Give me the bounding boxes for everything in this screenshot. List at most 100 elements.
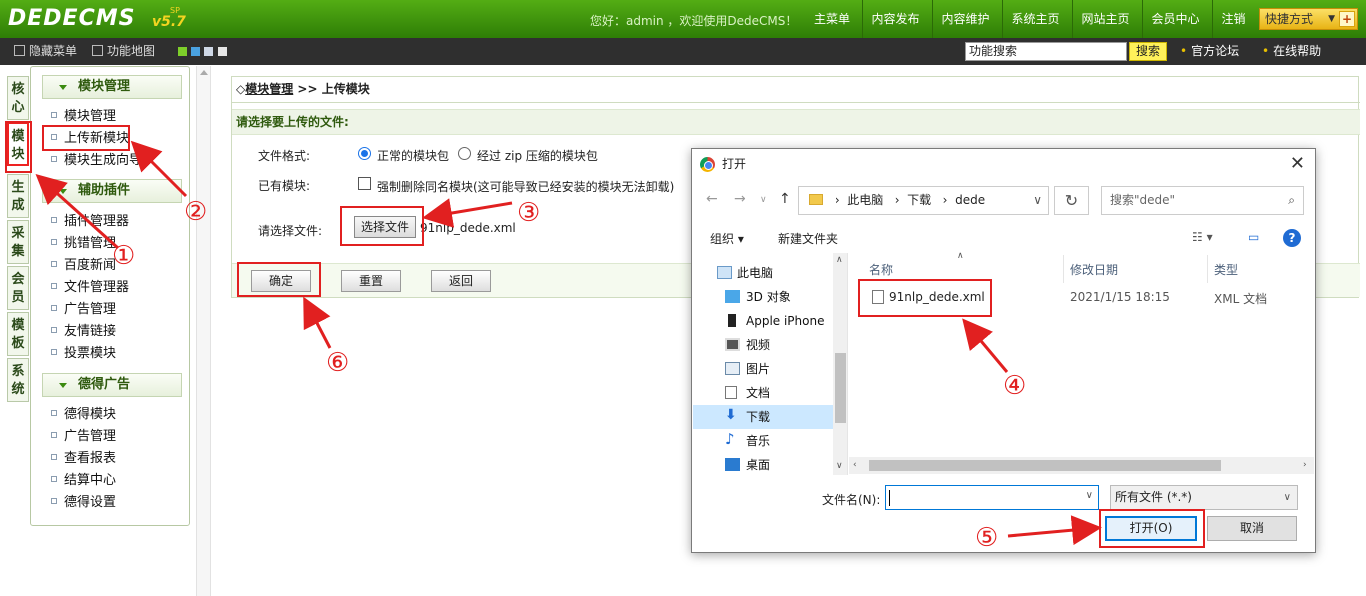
group-module-manage[interactable]: 模块管理 xyxy=(42,75,182,99)
recent-locations-icon[interactable]: ∨ xyxy=(760,195,767,205)
cancel-button[interactable]: 取消 xyxy=(1207,516,1297,541)
menu-item-settlement[interactable]: 结算中心 xyxy=(51,471,116,491)
group-plugins[interactable]: 辅助插件 xyxy=(42,179,182,203)
scroll-up-icon[interactable]: ∧ xyxy=(836,255,843,265)
nav-member-center[interactable]: 会员中心 xyxy=(1142,0,1208,38)
menu-item-view-report[interactable]: 查看报表 xyxy=(51,449,116,469)
scroll-down-icon[interactable]: ∨ xyxy=(836,461,843,471)
column-divider[interactable] xyxy=(1207,255,1208,283)
view-options-icon[interactable]: ☷ ▾ xyxy=(1192,230,1213,244)
vtab-generate[interactable]: 生成 xyxy=(7,174,29,218)
menu-item-dede-settings[interactable]: 德得设置 xyxy=(51,493,116,513)
nav-3d-objects[interactable]: 3D 对象 xyxy=(693,285,833,309)
chevron-down-icon[interactable]: ∨ xyxy=(1033,187,1042,214)
nav-main-menu[interactable]: 主菜单 xyxy=(804,0,860,38)
nav-site-home[interactable]: 网站主页 xyxy=(1072,0,1138,38)
force-delete-checkbox[interactable] xyxy=(358,177,371,190)
horizontal-scrollbar[interactable]: ‹ › xyxy=(849,457,1314,474)
preview-pane-icon[interactable]: ▭ xyxy=(1248,230,1259,244)
choose-file-button[interactable]: 选择文件 xyxy=(354,216,416,238)
reset-button[interactable]: 重置 xyxy=(341,270,401,292)
vtab-template[interactable]: 模板 xyxy=(7,312,29,356)
column-date[interactable]: 修改日期 xyxy=(1070,261,1118,278)
menu-item-upload-module[interactable]: 上传新模块 xyxy=(51,129,129,149)
nav-this-pc[interactable]: 此电脑 xyxy=(693,261,833,285)
plus-icon[interactable]: + xyxy=(1339,11,1355,27)
official-forum-link[interactable]: • 官方论坛 xyxy=(1180,38,1239,65)
open-button[interactable]: 打开(O) xyxy=(1105,516,1197,541)
vtab-system[interactable]: 系统 xyxy=(7,358,29,402)
crumb-link-module-manage[interactable]: 模块管理 xyxy=(245,82,293,96)
up-arrow-icon[interactable]: ↑ xyxy=(779,191,791,207)
organize-button[interactable]: 组织 ▾ xyxy=(710,230,744,247)
column-name[interactable]: 名称 xyxy=(869,261,893,278)
menu-item-baidu-news[interactable]: 百度新闻 xyxy=(51,256,116,276)
radio-normal-package[interactable] xyxy=(358,147,371,160)
nav-downloads[interactable]: ⬇ 下载 xyxy=(693,405,833,429)
menu-item-plugin-manager[interactable]: 插件管理器 xyxy=(51,212,129,232)
menu-item-friend-links[interactable]: 友情链接 xyxy=(51,322,116,342)
back-button[interactable]: 返回 xyxy=(431,270,491,292)
quick-menu-button[interactable]: 快捷方式 ▼ + xyxy=(1259,8,1358,30)
menu-item-ad-manage-2[interactable]: 广告管理 xyxy=(51,427,116,447)
back-arrow-icon[interactable]: ← xyxy=(706,191,718,207)
nav-videos[interactable]: 视频 xyxy=(693,333,833,357)
nav-documents[interactable]: 文档 xyxy=(693,381,833,405)
function-search-input[interactable]: 功能搜索 xyxy=(965,42,1127,61)
feature-map-button[interactable]: 功能地图 xyxy=(92,38,155,65)
nav-music[interactable]: ♪ 音乐 xyxy=(693,429,833,453)
column-divider[interactable] xyxy=(1063,255,1064,283)
online-help-link[interactable]: • 在线帮助 xyxy=(1262,38,1321,65)
filename-input[interactable]: ∨ xyxy=(885,485,1099,510)
scroll-left-icon[interactable]: ‹ xyxy=(853,460,857,470)
nav-desktop[interactable]: 桌面 xyxy=(693,453,833,475)
ok-button[interactable]: 确定 xyxy=(251,270,311,292)
radio-zip-package[interactable] xyxy=(458,147,471,160)
menu-item-vote-module[interactable]: 投票模块 xyxy=(51,344,116,364)
scrollbar-thumb[interactable] xyxy=(835,353,846,423)
nav-scrollbar[interactable]: ∧ ∨ xyxy=(833,253,847,475)
menu-item-ad-manage[interactable]: 广告管理 xyxy=(51,300,116,320)
panel-splitter[interactable] xyxy=(196,66,211,596)
menu-item-module-manage[interactable]: 模块管理 xyxy=(51,107,116,127)
vtab-module[interactable]: 模块 xyxy=(7,122,29,166)
filetype-select[interactable]: 所有文件 (*.*) ∨ xyxy=(1110,485,1298,510)
function-search-button[interactable]: 搜索 xyxy=(1129,42,1167,61)
new-folder-button[interactable]: 新建文件夹 xyxy=(778,230,838,247)
vtab-collect[interactable]: 采集 xyxy=(7,220,29,264)
scrollbar-thumb[interactable] xyxy=(869,460,1221,471)
scroll-right-icon[interactable]: › xyxy=(1303,460,1307,470)
hide-menu-button[interactable]: 隐藏菜单 xyxy=(14,38,77,65)
path-dede[interactable]: dede xyxy=(955,193,985,207)
nav-logout[interactable]: 注销 xyxy=(1212,0,1254,38)
dialog-search-input[interactable]: 搜索"dede" ⌕ xyxy=(1101,186,1304,215)
menu-item-file-manager[interactable]: 文件管理器 xyxy=(51,278,129,298)
nav-pictures[interactable]: 图片 xyxy=(693,357,833,381)
help-icon[interactable]: ? xyxy=(1283,229,1301,247)
skin-green-swatch[interactable] xyxy=(178,47,187,56)
vtab-core[interactable]: 核心 xyxy=(7,76,29,120)
address-bar[interactable]: › 此电脑 › 下载 › dede ∨ xyxy=(798,186,1049,215)
nav-content-publish[interactable]: 内容发布 xyxy=(862,0,928,38)
nav-content-maintain[interactable]: 内容维护 xyxy=(932,0,998,38)
skin-blue-swatch[interactable] xyxy=(191,47,200,56)
nav-label: 音乐 xyxy=(746,434,771,448)
nav-label: Apple iPhone xyxy=(746,314,825,328)
file-row[interactable]: 91nlp_dede.xml 2021/1/15 18:15 XML 文档 xyxy=(857,287,1312,307)
skin-gray-swatch[interactable] xyxy=(204,47,213,56)
menu-item-dede-module[interactable]: 德得模块 xyxy=(51,405,116,425)
nav-system-home[interactable]: 系统主页 xyxy=(1002,0,1068,38)
vtab-member[interactable]: 会员 xyxy=(7,266,29,310)
skin-white-swatch[interactable] xyxy=(218,47,227,56)
column-type[interactable]: 类型 xyxy=(1214,261,1238,278)
group-dede-ads[interactable]: 德得广告 xyxy=(42,373,182,397)
forward-arrow-icon[interactable]: → xyxy=(734,191,746,207)
path-downloads[interactable]: 下载 xyxy=(907,193,931,207)
path-this-pc[interactable]: 此电脑 xyxy=(847,193,883,207)
chevron-down-icon[interactable]: ∨ xyxy=(1086,490,1093,501)
menu-item-module-wizard[interactable]: 模块生成向导 xyxy=(51,151,142,171)
nav-apple-iphone[interactable]: Apple iPhone xyxy=(693,309,833,333)
menu-item-error-manage[interactable]: 挑错管理 xyxy=(51,234,116,254)
close-icon[interactable]: ✕ xyxy=(1290,153,1305,174)
refresh-icon[interactable]: ↻ xyxy=(1054,186,1089,215)
